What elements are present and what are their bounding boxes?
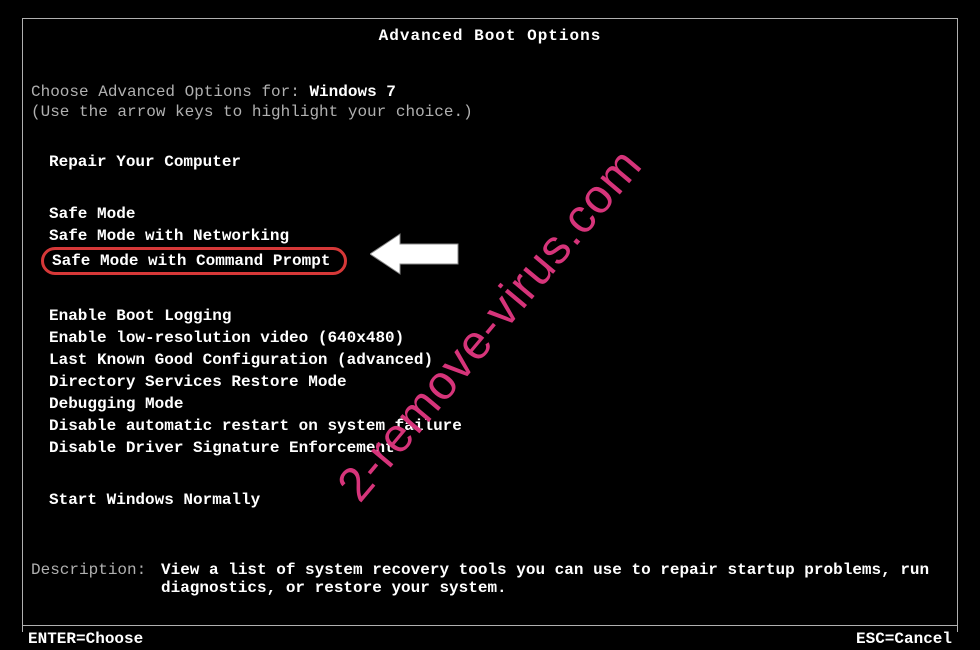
menu-item-safe-mode-cmd[interactable]: Safe Mode with Command Prompt [49, 247, 949, 275]
menu-item-ds-restore[interactable]: Directory Services Restore Mode [49, 371, 949, 393]
choose-line: Choose Advanced Options for: Windows 7 [31, 83, 949, 101]
menu-item-disable-restart[interactable]: Disable automatic restart on system fail… [49, 415, 949, 437]
menu-item-safe-mode[interactable]: Safe Mode [49, 203, 949, 225]
boot-screen: Advanced Boot Options Choose Advanced Op… [22, 18, 958, 632]
description-label: Description: [31, 561, 161, 597]
menu-item-last-known[interactable]: Last Known Good Configuration (advanced) [49, 349, 949, 371]
menu-item-low-res[interactable]: Enable low-resolution video (640x480) [49, 327, 949, 349]
choose-prefix: Choose Advanced Options for: [31, 83, 309, 101]
menu-item-repair[interactable]: Repair Your Computer [49, 151, 949, 173]
highlighted-option: Safe Mode with Command Prompt [41, 247, 347, 275]
menu-item-safe-mode-net[interactable]: Safe Mode with Networking [49, 225, 949, 247]
boot-menu: Repair Your Computer Safe Mode Safe Mode… [31, 151, 949, 511]
footer-bar: ENTER=Choose ESC=Cancel [22, 625, 958, 650]
description-text: View a list of system recovery tools you… [161, 561, 949, 597]
footer-esc: ESC=Cancel [856, 630, 952, 648]
menu-item-boot-logging[interactable]: Enable Boot Logging [49, 305, 949, 327]
os-name: Windows 7 [309, 83, 395, 101]
instruction-text: (Use the arrow keys to highlight your ch… [31, 103, 949, 121]
arrow-icon [370, 230, 460, 278]
page-title: Advanced Boot Options [23, 19, 957, 53]
description-block: Description: View a list of system recov… [31, 561, 949, 597]
footer-enter: ENTER=Choose [28, 630, 143, 648]
menu-item-debugging[interactable]: Debugging Mode [49, 393, 949, 415]
menu-item-disable-sig[interactable]: Disable Driver Signature Enforcement [49, 437, 949, 459]
menu-item-start-normal[interactable]: Start Windows Normally [49, 489, 949, 511]
content-area: Choose Advanced Options for: Windows 7 (… [23, 53, 957, 597]
